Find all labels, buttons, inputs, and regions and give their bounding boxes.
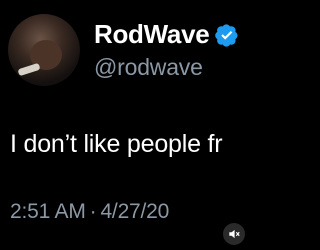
handle[interactable]: @rodwave — [94, 54, 239, 81]
verified-badge-icon — [215, 23, 239, 47]
tweet-date[interactable]: 4/27/20 — [100, 200, 169, 223]
profile-names: RodWave @rodwave — [94, 19, 239, 81]
speaker-muted-icon[interactable] — [223, 223, 245, 245]
name-row: RodWave — [94, 19, 239, 50]
display-name[interactable]: RodWave — [94, 19, 210, 50]
meta-separator: · — [89, 200, 97, 223]
tweet-meta: 2:51 AM · 4/27/20 — [10, 200, 169, 224]
tweet-header: RodWave @rodwave — [8, 14, 239, 86]
tweet-text: I don’t like people fr — [10, 130, 223, 158]
profile-avatar[interactable] — [8, 14, 80, 86]
tweet-time[interactable]: 2:51 AM — [10, 200, 86, 223]
